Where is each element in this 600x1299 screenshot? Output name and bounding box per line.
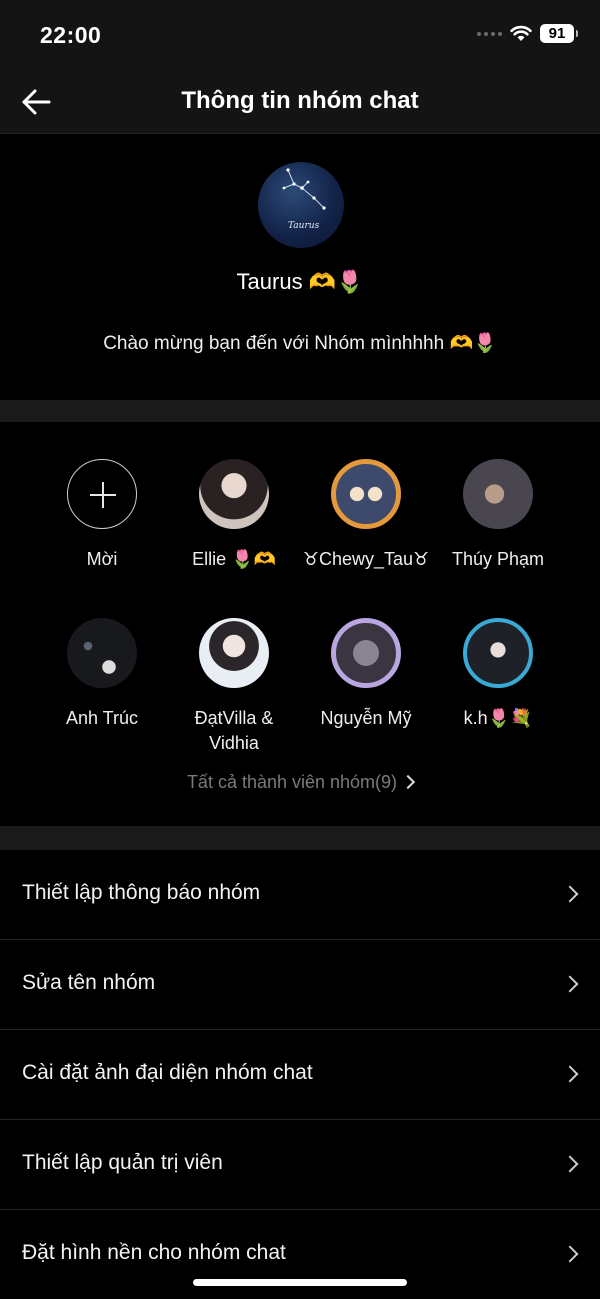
chevron-right-icon <box>561 1155 579 1173</box>
member-item[interactable]: ♉Chewy_Tau♉ <box>301 459 431 572</box>
group-avatar[interactable]: Taurus <box>258 162 344 248</box>
avatar <box>463 459 533 529</box>
home-indicator[interactable] <box>193 1279 407 1286</box>
member-name: Nguyễn Mỹ <box>320 708 412 728</box>
page-title: Thông tin nhóm chat <box>181 87 419 114</box>
setting-admins[interactable]: Thiết lập quản trị viên <box>0 1120 600 1210</box>
status-bar: 22:00 91 <box>0 0 600 68</box>
member-name: k.h🌷💐 <box>463 708 533 728</box>
avatar <box>199 618 269 688</box>
wifi-icon <box>510 25 532 41</box>
setting-label: Cài đặt ảnh đại diện nhóm chat <box>22 1061 313 1084</box>
group-header: Taurus Taurus 🫶🌷 Chào mừng bạn đến với N… <box>0 134 600 400</box>
member-item[interactable]: Nguyễn Mỹ <box>301 618 431 731</box>
chevron-right-icon <box>561 1245 579 1263</box>
member-name: Mời <box>86 549 118 569</box>
member-name: Anh Trúc <box>65 708 139 728</box>
setting-group-avatar[interactable]: Cài đặt ảnh đại diện nhóm chat <box>0 1030 600 1120</box>
member-item[interactable]: k.h🌷💐 <box>433 618 563 731</box>
member-item[interactable]: ĐạtVilla & Vidhia <box>169 618 299 756</box>
avatar <box>463 618 533 688</box>
member-name: Ellie 🌷🫶 <box>192 549 276 569</box>
member-item[interactable]: Thúy Phạm <box>433 459 563 572</box>
members-section: Mời Ellie 🌷🫶 ♉Chewy_Tau♉ Thúy Phạm Anh T… <box>0 422 600 826</box>
group-description: Chào mừng bạn đến với Nhóm mìnhhhh 🫶🌷 <box>103 333 497 354</box>
member-name: ĐạtVilla & Vidhia <box>194 708 274 753</box>
section-divider <box>0 400 600 422</box>
chevron-right-icon <box>561 1065 579 1083</box>
battery-indicator: 91 <box>540 24 578 43</box>
avatar <box>199 459 269 529</box>
avatar <box>331 618 401 688</box>
all-members-label: Tất cả thành viên nhóm(9) <box>186 772 398 792</box>
group-name: Taurus 🫶🌷 <box>236 269 364 294</box>
navigation-bar: Thông tin nhóm chat <box>0 68 600 134</box>
chevron-right-icon <box>400 774 416 790</box>
status-time: 22:00 <box>40 22 102 48</box>
settings-list: Thiết lập thông báo nhóm Sửa tên nhóm Cà… <box>0 850 600 1299</box>
setting-label: Đặt hình nền cho nhóm chat <box>22 1241 286 1264</box>
svg-text:Taurus: Taurus <box>288 221 320 231</box>
plus-icon <box>67 459 137 529</box>
setting-notifications[interactable]: Thiết lập thông báo nhóm <box>0 850 600 940</box>
avatar <box>331 459 401 529</box>
constellation-image: Taurus <box>282 168 326 231</box>
chevron-right-icon <box>561 885 579 903</box>
invite-member-button[interactable]: Mời <box>37 459 167 572</box>
member-name: Thúy Phạm <box>451 549 545 569</box>
setting-label: Thiết lập quản trị viên <box>22 1151 223 1174</box>
member-item[interactable]: Ellie 🌷🫶 <box>169 459 299 572</box>
setting-label: Sửa tên nhóm <box>22 971 156 994</box>
all-members-link[interactable]: Tất cả thành viên nhóm(9) <box>0 772 600 793</box>
chevron-right-icon <box>561 975 579 993</box>
section-divider <box>0 826 600 850</box>
member-item[interactable]: Anh Trúc <box>37 618 167 731</box>
setting-label: Thiết lập thông báo nhóm <box>22 881 261 904</box>
setting-rename-group[interactable]: Sửa tên nhóm <box>0 940 600 1030</box>
status-indicators: 91 <box>477 24 578 43</box>
member-name: ♉Chewy_Tau♉ <box>302 549 430 569</box>
avatar <box>67 618 137 688</box>
cellular-signal-icon <box>477 31 502 36</box>
